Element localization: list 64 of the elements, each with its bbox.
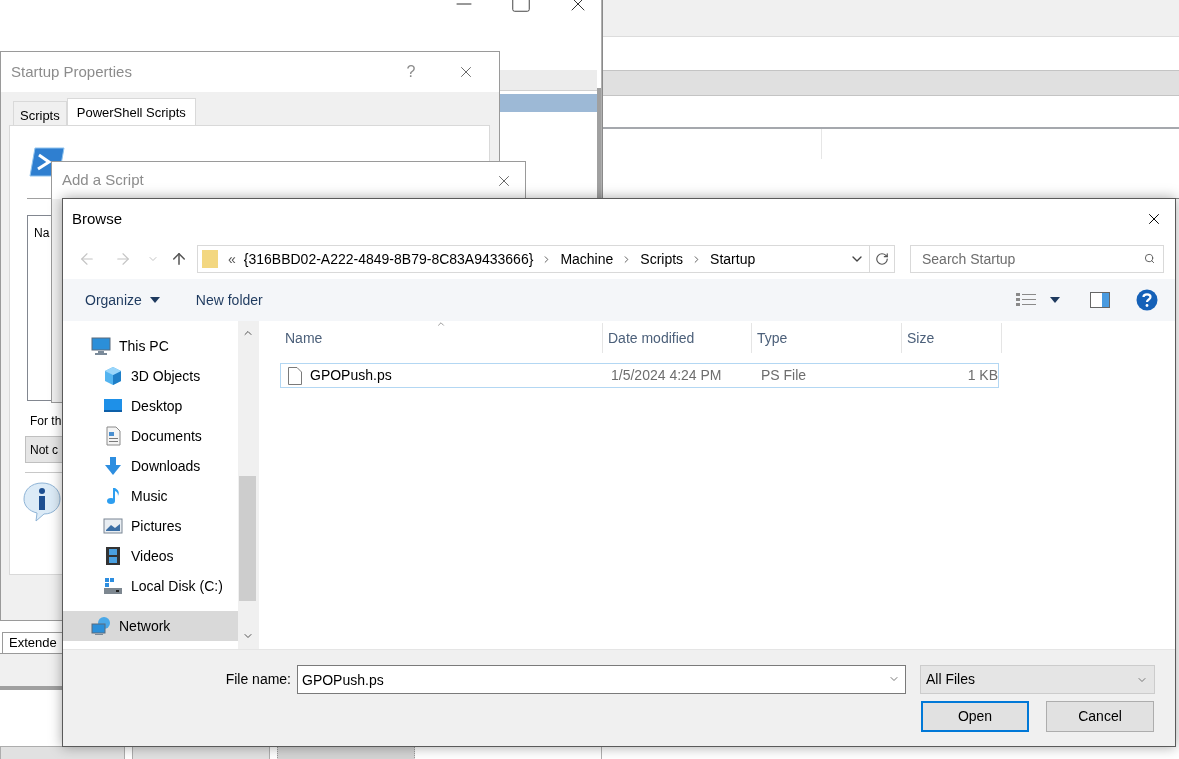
- up-icon[interactable]: [170, 250, 188, 268]
- column-header[interactable]: Size: [902, 323, 1002, 353]
- file-type-dropdown[interactable]: All Files: [920, 665, 1155, 694]
- nav-item[interactable]: Documents: [63, 421, 238, 451]
- overflow-chevron[interactable]: «: [228, 248, 236, 270]
- search-icon: [1144, 253, 1155, 264]
- breadcrumb-item[interactable]: Machine: [560, 248, 614, 270]
- search-field[interactable]: Search Startup: [910, 245, 1164, 273]
- dialog-button[interactable]: Open: [921, 701, 1029, 732]
- nav-item[interactable]: Desktop: [63, 391, 238, 421]
- dialog-button[interactable]: Cancel: [1046, 701, 1154, 732]
- help-button[interactable]: ?: [401, 60, 421, 84]
- refresh-icon: [875, 252, 889, 266]
- scrollbar[interactable]: [238, 321, 257, 649]
- organize-button[interactable]: Organize: [77, 285, 168, 315]
- column-header[interactable]: Name: [280, 323, 603, 353]
- table-cell-text: 1 KB: [966, 366, 998, 385]
- file-name-field[interactable]: GPOPush.ps: [297, 665, 906, 694]
- nav-item[interactable]: Pictures: [63, 511, 238, 541]
- cube-icon: [103, 366, 123, 386]
- preview-pane-icon[interactable]: [1090, 292, 1110, 308]
- folder-icon: [202, 249, 218, 269]
- breadcrumb-item[interactable]: Startup: [710, 248, 756, 270]
- nav-item[interactable]: Local Disk (C:): [63, 571, 238, 601]
- sort-caret-icon: [436, 319, 446, 329]
- view-options-icon[interactable]: [1016, 292, 1036, 308]
- document-icon: [103, 426, 123, 446]
- column-header[interactable]: Na: [34, 224, 50, 242]
- column-header[interactable]: Type: [752, 323, 902, 353]
- nav-item[interactable]: Music: [63, 481, 238, 511]
- nav-item[interactable]: Videos: [63, 541, 238, 571]
- disk-drive-icon: [103, 576, 123, 596]
- picture-icon: [103, 516, 123, 536]
- nav-item[interactable]: Downloads: [63, 451, 238, 481]
- nav-item[interactable]: 3D Objects: [63, 361, 238, 391]
- breadcrumb-item[interactable]: {316BBD02-A222-4849-8B79-8C83A9433666}: [243, 248, 534, 270]
- new-folder-button[interactable]: New folder: [187, 285, 271, 315]
- download-icon: [103, 456, 123, 476]
- tab[interactable]: Scripts: [13, 101, 67, 125]
- caret-icon: [149, 297, 160, 303]
- tab[interactable]: PowerShell Scripts: [66, 98, 196, 125]
- info-icon: [22, 481, 62, 523]
- breadcrumb-item[interactable]: Scripts: [640, 248, 684, 270]
- table-cell-text: GPOPush.ps: [310, 366, 392, 385]
- help-icon[interactable]: [1136, 289, 1158, 311]
- table-cell-text: PS File: [760, 366, 808, 385]
- window-title: Add a Script: [62, 170, 144, 191]
- caret-icon[interactable]: [1050, 297, 1060, 303]
- window-title: Browse: [72, 208, 123, 229]
- network-icon: [91, 616, 111, 636]
- description-text: For th: [30, 413, 62, 430]
- address-bar[interactable]: « {316BBD02-A222-4849-8B79-8C83A9433666} Machine Scripts Startup: [197, 245, 870, 273]
- window-title: Startup Properties: [11, 61, 132, 82]
- scrollbar-thumb[interactable]: [239, 476, 256, 601]
- table-cell-text: 1/5/2024 4:24 PM: [610, 366, 723, 385]
- column-header[interactable]: Date modified: [603, 323, 752, 353]
- nav-item[interactable]: This PC: [63, 331, 238, 361]
- nav-item[interactable]: Network: [63, 611, 238, 641]
- refresh-button[interactable]: [870, 245, 895, 273]
- field-label: File name:: [224, 670, 291, 689]
- file-row[interactable]: GPOPush.ps 1/5/2024 4:24 PM PS File 1 KB: [280, 363, 999, 388]
- file-icon: [288, 366, 302, 385]
- film-icon: [103, 546, 123, 566]
- computer-icon: [91, 336, 111, 356]
